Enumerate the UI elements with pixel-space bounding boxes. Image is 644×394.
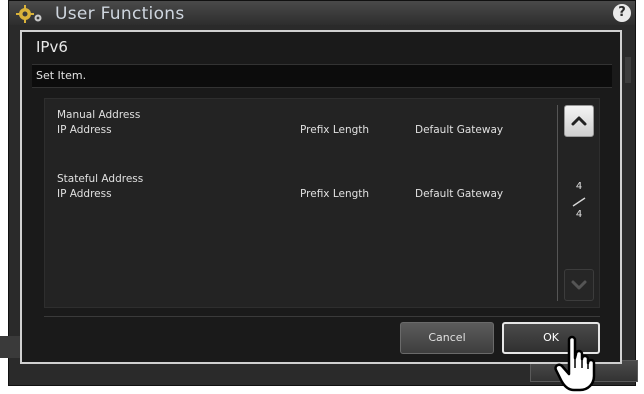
scroll-divider <box>557 105 558 301</box>
background-tab-right <box>625 57 631 83</box>
help-icon[interactable]: ? <box>613 4 631 22</box>
ipv6-dialog: IPv6 Set Item. Manual Address IP Address… <box>20 30 622 364</box>
item-prefix-length: Prefix Length <box>300 188 370 200</box>
scroll-up-button[interactable] <box>564 105 594 137</box>
instruction-bar: Set Item. <box>32 64 612 88</box>
scroll-down-button[interactable] <box>564 269 594 301</box>
item-prefix-length: Prefix Length <box>300 124 370 136</box>
content-panel: Manual Address IP Address Prefix Length … <box>44 98 600 308</box>
page-current: 4 <box>575 181 583 192</box>
item-title: Stateful Address <box>57 173 144 185</box>
background-button-left <box>0 336 20 358</box>
list-item-stateful-address[interactable]: Stateful Address IP Address Prefix Lengt… <box>57 173 537 203</box>
chevron-down-icon <box>571 280 587 290</box>
list-item-manual-address[interactable]: Manual Address IP Address Prefix Length … <box>57 109 537 139</box>
item-ip-address: IP Address <box>57 124 112 136</box>
gear-icon <box>16 5 42 23</box>
screen: User Functions ? J…s IPv6 Set Item. Manu… <box>0 0 644 394</box>
hand-pointer-icon <box>554 335 596 392</box>
item-default-gateway: Default Gateway <box>415 124 504 136</box>
cancel-button[interactable]: Cancel <box>400 322 494 354</box>
dialog-title: IPv6 <box>36 38 68 56</box>
chevron-up-icon <box>571 116 587 126</box>
page-slash <box>572 197 586 207</box>
app-header: User Functions ? <box>9 1 635 25</box>
footer-divider <box>44 316 600 317</box>
item-list: Manual Address IP Address Prefix Length … <box>45 99 555 307</box>
page-total: 4 <box>575 209 583 220</box>
item-default-gateway: Default Gateway <box>415 188 504 200</box>
page-indicator: 4 4 <box>564 181 594 227</box>
item-ip-address: IP Address <box>57 188 112 200</box>
item-title: Manual Address <box>57 109 141 121</box>
instruction-text: Set Item. <box>36 69 87 82</box>
app-title: User Functions <box>55 4 185 24</box>
